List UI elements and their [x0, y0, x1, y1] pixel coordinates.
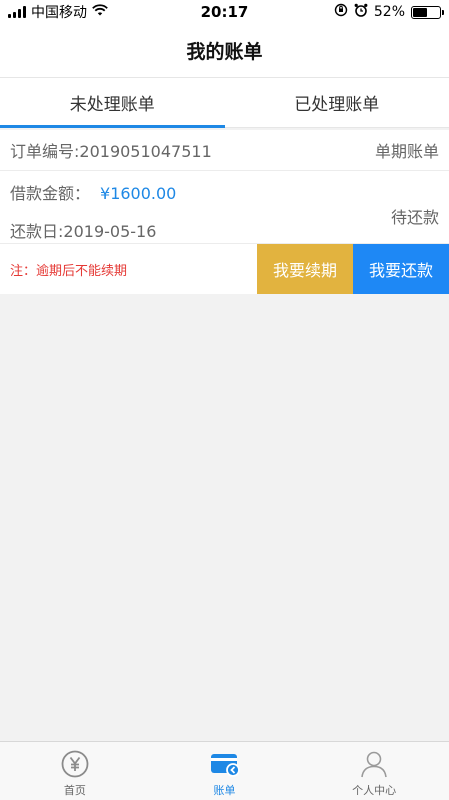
tab-processed[interactable]: 已处理账单 [225, 78, 449, 127]
tabbar-profile[interactable]: 个人中心 [299, 742, 449, 800]
tabbar-home[interactable]: 首页 [0, 742, 150, 800]
renew-button[interactable]: 我要续期 [257, 244, 353, 294]
battery-icon [411, 5, 444, 19]
status-badge: 待还款 [390, 208, 439, 227]
tabbar-profile-label: 个人中心 [352, 784, 397, 797]
due-date-label: 还款日: [10, 222, 64, 241]
tabbar-home-label: 首页 [63, 784, 86, 797]
battery-percent: 52% [373, 4, 405, 20]
person-icon [358, 748, 390, 780]
status-right: 52% [334, 0, 444, 24]
bill-card: 订单编号:2019051047511 单期账单 借款金额： ¥1600.00 还款… [0, 130, 449, 294]
loan-amount: 借款金额： ¥1600.00 [10, 180, 176, 204]
order-number: 订单编号:2019051047511 [10, 138, 212, 162]
overdue-note: 注：逾期后不能续期 [10, 263, 128, 279]
order-number-label: 订单编号: [10, 142, 80, 161]
bill-card-icon [209, 748, 241, 780]
page-title: 我的账单 [186, 41, 263, 63]
bill-info-row: 借款金额： ¥1600.00 还款日:2019-05-16 待还款 [0, 171, 449, 244]
loan-amount-label: 借款金额： [10, 184, 91, 203]
tab-unprocessed[interactable]: 未处理账单 [0, 78, 225, 128]
due-date: 还款日:2019-05-16 [10, 218, 156, 242]
bill-tabs: 未处理账单 已处理账单 [0, 78, 449, 128]
repay-button[interactable]: 我要还款 [353, 244, 449, 294]
order-row: 订单编号:2019051047511 单期账单 [0, 130, 449, 171]
bill-type: 单期账单 [374, 142, 439, 161]
due-date-value: 2019-05-16 [63, 222, 157, 241]
actions-row: 注：逾期后不能续期 我要续期 我要还款 [0, 244, 449, 294]
yen-icon [59, 748, 91, 780]
bottom-tab-bar: 首页 账单 个人中心 [0, 741, 449, 800]
tabbar-bill[interactable]: 账单 [150, 742, 300, 800]
tabbar-bill-label: 账单 [213, 784, 236, 797]
status-bar: 中国移动 20:17 52% [0, 0, 449, 24]
nav-bar: 我的账单 [0, 24, 449, 78]
rotation-lock-icon [334, 3, 348, 21]
alarm-icon [354, 3, 368, 21]
loan-amount-value: ¥1600.00 [100, 184, 177, 203]
order-number-value: 2019051047511 [79, 142, 212, 161]
